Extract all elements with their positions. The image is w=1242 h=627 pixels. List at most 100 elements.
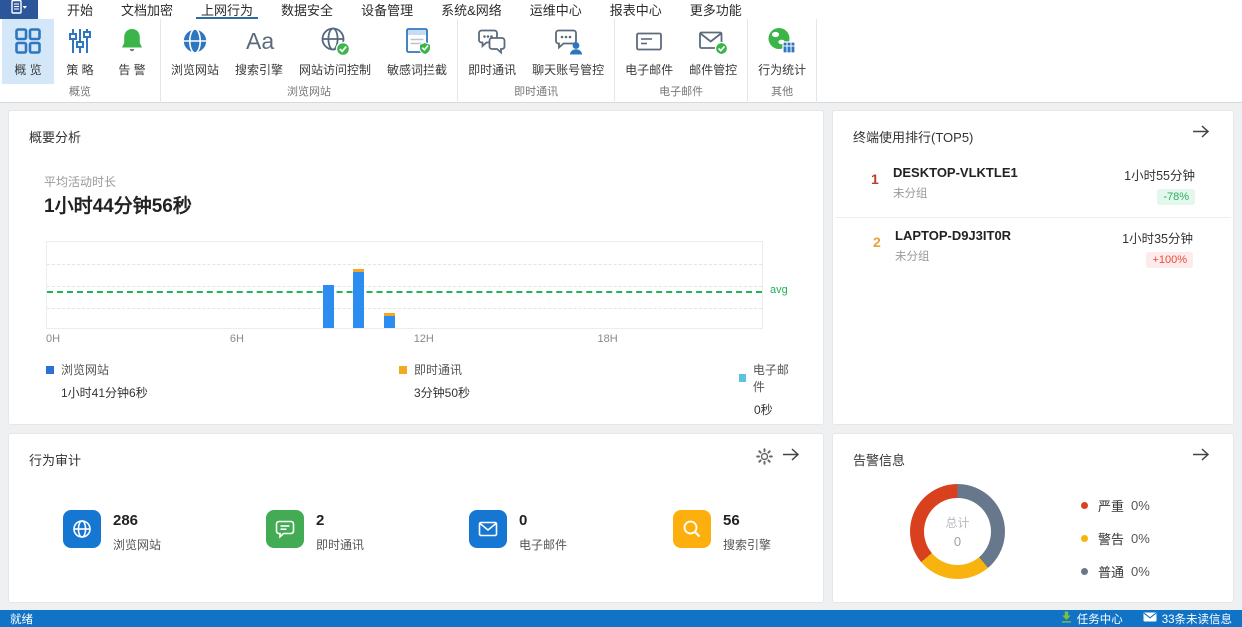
stat-value: 56 [723, 512, 740, 529]
ribbon-button-search-engine[interactable]: Aa 搜索引擎 [227, 19, 291, 84]
ribbon-group-label: 浏览网站 [287, 86, 332, 98]
menubar-tab-device-mgmt[interactable]: 设备管理 [356, 0, 418, 19]
audit-stat-browse-web[interactable]: 286 浏览网站 [63, 510, 161, 553]
ribbon-group-label: 即时通讯 [514, 86, 559, 98]
menubar-tab-report-center[interactable]: 报表中心 [605, 0, 667, 19]
menubar-tab-start[interactable]: 开始 [62, 0, 98, 19]
chart-legend-item: 即时通讯 3分钟50秒 [399, 361, 470, 401]
donut-center: 总计 0 [924, 498, 991, 565]
site-access-icon [319, 25, 351, 57]
chart-avg-line [47, 291, 762, 294]
alerts-more-arrow-icon[interactable] [1191, 447, 1211, 467]
terminal-duration: 1小时55分钟 [1124, 169, 1195, 183]
menubar-tab-ops-center[interactable]: 运维中心 [525, 0, 587, 19]
menubar-tab-internet-behavior[interactable]: 上网行为 [196, 0, 259, 19]
donut-total-label: 总计 [945, 516, 970, 530]
ribbon-button-label: 敏感词拦截 [387, 63, 448, 77]
ribbon-group-4: 行为统计 其他 [748, 19, 818, 103]
behavior-stats-icon [766, 25, 798, 57]
ribbon-button-email[interactable]: 电子邮件 [617, 19, 681, 84]
menubar-tabs: 开始 文档加密 上网行为 数据安全 设备管理 系统&网络 运维中心 报表中心 更多功能 [53, 0, 756, 19]
bar-segment-browse [384, 315, 396, 328]
email-icon [633, 25, 665, 57]
sensitive-word-icon [401, 25, 433, 57]
alert-legend-row: 警告 0% [1081, 529, 1150, 548]
chart-x-tick: 18H [597, 333, 618, 345]
chart-bar-10h[interactable] [353, 269, 365, 328]
chart-bar-11h[interactable] [384, 312, 396, 328]
audit-stat-im[interactable]: 2 即时通讯 [266, 510, 364, 553]
ribbon-button-im[interactable]: 即时通讯 [460, 19, 524, 84]
unread-messages-item[interactable]: 33条未读信息 [1143, 611, 1232, 627]
app-menu-icon [10, 0, 28, 20]
terminal-duration: 1小时35分钟 [1122, 232, 1193, 246]
task-center-label: 任务中心 [1076, 613, 1123, 626]
legend-value: 3分钟50秒 [414, 386, 471, 400]
behavior-audit-panel: 行为审计 286 浏览网站 2 即时通讯 0 电子邮件 56 搜索引擎 [8, 433, 824, 603]
terminal-name: DESKTOP-VLKTLE1 [893, 165, 1018, 180]
legend-name: 浏览网站 [61, 363, 110, 377]
audit-more-arrow-icon[interactable] [781, 447, 801, 467]
statusbar-right: 任务中心 33条未读信息 [1061, 611, 1232, 627]
ranking-more-arrow-icon[interactable] [1191, 124, 1211, 144]
menubar-tab-system-network[interactable]: 系统&网络 [436, 0, 507, 19]
chart-gridline [47, 308, 762, 309]
ribbon-button-browse-web[interactable]: 浏览网站 [163, 19, 227, 84]
menubar-tab-data-security[interactable]: 数据安全 [276, 0, 338, 19]
chart-bar-9h[interactable] [322, 285, 334, 328]
audit-stat-email[interactable]: 0 电子邮件 [469, 510, 567, 553]
alert-legend-row: 严重 0% [1081, 496, 1150, 515]
alert-legend-pct: 0% [1131, 531, 1150, 546]
ribbon-button-sensitive-word-block[interactable]: 敏感词拦截 [379, 19, 455, 84]
im-chat-icon [476, 25, 508, 57]
ribbon-group-label: 概览 [69, 86, 91, 98]
chart-legend-item: 浏览网站 1小时41分钟6秒 [46, 361, 148, 401]
audit-settings-gear-icon[interactable] [756, 448, 773, 470]
search-engine-icon: Aa [243, 25, 275, 57]
stat-label: 即时通讯 [316, 538, 365, 552]
alert-info-panel: 告警信息 总计 0 严重 0% 警告 0% 普通 0% [832, 433, 1234, 603]
policy-sliders-icon [64, 25, 96, 57]
bar-segment-browse [353, 271, 365, 328]
search-icon [673, 510, 711, 548]
menubar-tab-doc-encrypt[interactable]: 文档加密 [116, 0, 178, 19]
ribbon-button-alarm[interactable]: 告 警 [106, 19, 158, 84]
legend-value: 0秒 [754, 403, 773, 417]
ribbon-button-chat-account-control[interactable]: 聊天账号管控 [524, 19, 612, 84]
ribbon-button-overview[interactable]: 概 览 [2, 19, 54, 84]
ribbon: 概 览策 略告 警概览 浏览网站 Aa 搜索引擎 网站访问控制 敏感词拦截 浏览网站 即时通讯… [0, 19, 818, 103]
app-menu-button[interactable] [0, 0, 38, 19]
browse-globe-icon [179, 25, 211, 57]
ribbon-button-behavior-stats[interactable]: 行为统计 [750, 19, 814, 84]
alerts-panel-title: 告警信息 [853, 453, 906, 468]
menubar-tab-more-features[interactable]: 更多功能 [685, 0, 747, 19]
ranking-item[interactable]: 2 LAPTOP-D9J3IT0R 未分组 1小时35分钟 +100% [835, 217, 1231, 280]
ribbon-button-label: 电子邮件 [625, 63, 674, 77]
alert-legend-dot [1081, 535, 1088, 542]
summary-analysis-panel: 概要分析 平均活动时长 1小时44分钟56秒 avg 浏览网站 1小时41分钟6秒… [8, 110, 824, 425]
terminal-ranking-panel: 终端使用排行(TOP5) 1 DESKTOP-VLKTLE1 未分组 1小时55分钟 -… [832, 110, 1234, 425]
ribbon-button-mail-control[interactable]: 邮件管控 [681, 19, 745, 84]
stat-label: 浏览网站 [113, 538, 162, 552]
ribbon-group-1: 浏览网站 Aa 搜索引擎 网站访问控制 敏感词拦截 浏览网站 [161, 19, 459, 103]
unread-messages-label: 33条未读信息 [1161, 613, 1232, 626]
mail-icon [469, 510, 507, 548]
audit-panel-title: 行为审计 [29, 453, 82, 468]
mail-icon [1143, 612, 1157, 625]
ranking-item[interactable]: 1 DESKTOP-VLKTLE1 未分组 1小时55分钟 -78% [833, 155, 1233, 217]
ribbon-button-label: 聊天账号管控 [532, 63, 605, 77]
alert-legend-row: 普通 0% [1081, 562, 1150, 581]
audit-stat-search-engine[interactable]: 56 搜索引擎 [673, 510, 771, 553]
summary-panel-title: 概要分析 [29, 130, 82, 145]
task-center-item[interactable]: 任务中心 [1061, 611, 1123, 627]
terminal-name: LAPTOP-D9J3IT0R [895, 228, 1012, 243]
ribbon-button-policy[interactable]: 策 略 [54, 19, 106, 84]
ribbon-button-site-access-control[interactable]: 网站访问控制 [291, 19, 379, 84]
alert-legend-pct: 0% [1131, 564, 1150, 579]
statusbar: 就绪 任务中心 33条未读信息 [0, 610, 1242, 627]
terminal-group: 未分组 [895, 251, 930, 263]
svg-text:Aa: Aa [246, 28, 274, 54]
ribbon-button-label: 概 览 [14, 63, 42, 77]
stat-value: 2 [316, 512, 325, 529]
delta-badge: -78% [1157, 189, 1195, 205]
